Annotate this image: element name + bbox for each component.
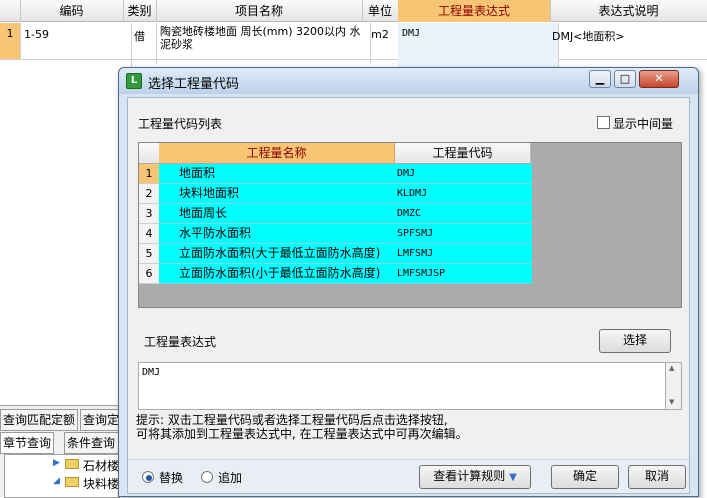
header-type[interactable]: 类别	[123, 0, 157, 22]
view-rules-label: 查看计算规则	[433, 469, 506, 483]
expression-scrollbar[interactable]: ▲ ▼	[666, 362, 682, 410]
row-explanation[interactable]: DMJ<地面积>	[550, 23, 707, 69]
header-name[interactable]: 项目名称	[156, 0, 363, 22]
row-unit[interactable]: m2	[362, 23, 399, 64]
tab-chapter-query[interactable]: 章节查询	[0, 432, 55, 454]
dialog-body: 工程量代码列表 显示中间量 工程量名称 工程量代码 1 地面积 DMJ 2 块料…	[127, 97, 690, 494]
row-quantity-name[interactable]: 地面周长	[159, 204, 416, 224]
table-row[interactable]: 1 地面积 DMJ	[139, 164, 532, 184]
row-quantity-code[interactable]: DMZC	[395, 204, 532, 224]
grid-area: 工程量名称 工程量代码 1 地面积 DMJ 2 块料地面积 KLDMJ 3 地面…	[139, 143, 681, 307]
view-calculation-rules-button[interactable]: 查看计算规则 ▼	[419, 465, 531, 489]
row-quantity-code[interactable]: LMFSMJSP	[395, 264, 532, 284]
tree-item-stone[interactable]: 石材楼	[83, 457, 119, 474]
app-icon: L	[126, 73, 142, 89]
row-number: 1	[139, 164, 160, 184]
header-unit[interactable]: 单位	[362, 0, 399, 22]
table-row[interactable]: 1 1-59 借 陶瓷地砖楼地面 周长(mm) 3200以内 水泥砂浆 m2 D…	[0, 23, 707, 69]
row-expression[interactable]: DMJ	[398, 23, 559, 69]
row-number: 2	[139, 184, 160, 204]
column-header-code[interactable]: 工程量代码	[395, 143, 531, 163]
table-row[interactable]: 2 块料地面积 KLDMJ	[139, 184, 532, 204]
expand-arrow-icon[interactable]: ▶	[53, 458, 60, 468]
grid-corner	[139, 143, 160, 163]
row-code[interactable]: 1-59	[20, 23, 132, 69]
close-button[interactable]: ✕	[639, 70, 679, 88]
minimize-button[interactable]: ▁	[589, 70, 611, 88]
row-quantity-name[interactable]: 地面积	[159, 164, 416, 184]
row-quantity-name[interactable]: 水平防水面积	[159, 224, 416, 244]
hint-line-1: 提示: 双击工程量代码或者选择工程量代码后点击选择按钮,	[136, 413, 448, 427]
tree-item-tile[interactable]: 块料楼	[83, 475, 119, 492]
row-number: 4	[139, 224, 160, 244]
collapse-arrow-icon[interactable]: ◢	[53, 476, 60, 486]
chapter-tree: ▶ 石材楼 ◢ 块料楼	[4, 454, 120, 498]
row-index: 1	[0, 23, 21, 59]
row-quantity-name[interactable]: 块料地面积	[159, 184, 416, 204]
down-arrow-icon: ▼	[509, 472, 517, 483]
maximize-button[interactable]: □	[614, 70, 636, 88]
column-header-name[interactable]: 工程量名称	[159, 143, 395, 163]
dialog-footer: 替换 追加 查看计算规则 ▼ 确定 取消	[128, 459, 689, 493]
scroll-up-icon[interactable]: ▲	[669, 364, 674, 372]
dialog-titlebar[interactable]: L 选择工程量代码 ▁ □ ✕	[119, 68, 698, 94]
table-row[interactable]: 6 立面防水面积(小于最低立面防水高度) LMFSMJSP	[139, 264, 532, 284]
row-quantity-name[interactable]: 立面防水面积(大于最低立面防水高度)	[159, 244, 416, 264]
row-number: 5	[139, 244, 160, 264]
select-button[interactable]: 选择	[599, 329, 671, 353]
row-quantity-code[interactable]: DMJ	[395, 164, 532, 184]
row-name[interactable]: 陶瓷地砖楼地面 周长(mm) 3200以内 水泥砂浆	[156, 23, 371, 63]
append-radio[interactable]	[201, 471, 213, 483]
header-code[interactable]: 编码	[20, 0, 124, 22]
row-number: 6	[139, 264, 160, 284]
row-quantity-name[interactable]: 立面防水面积(小于最低立面防水高度)	[159, 264, 416, 284]
table-row[interactable]: 5 立面防水面积(大于最低立面防水高度) LMFSMJ	[139, 244, 532, 264]
quantity-code-grid: 工程量名称 工程量代码 1 地面积 DMJ 2 块料地面积 KLDMJ 3 地面…	[138, 142, 682, 308]
row-number: 3	[139, 204, 160, 224]
close-icon: ✕	[654, 72, 664, 85]
code-list-label: 工程量代码列表	[138, 117, 223, 131]
dialog-title: 选择工程量代码	[148, 77, 240, 92]
ok-button[interactable]: 确定	[551, 465, 619, 489]
minimize-icon: ▁	[595, 72, 605, 85]
row-quantity-code[interactable]: LMFSMJ	[395, 244, 532, 264]
cancel-button[interactable]: 取消	[628, 465, 686, 489]
bottom-left-panel: 查询匹配定额 查询定额 章节查询 条件查询 ▶ 石材楼 ◢ 块料楼	[0, 405, 128, 498]
tab-query-match[interactable]: 查询匹配定额	[0, 409, 79, 431]
show-intermediate-checkbox[interactable]	[597, 116, 610, 129]
scroll-down-icon[interactable]: ▼	[669, 398, 674, 406]
folder-icon	[65, 459, 79, 469]
append-label: 追加	[218, 471, 243, 485]
replace-label: 替换	[159, 471, 184, 485]
row-quantity-code[interactable]: KLDMJ	[395, 184, 532, 204]
header-expression[interactable]: 工程量表达式	[398, 0, 551, 22]
row-quantity-code[interactable]: SPFSMJ	[395, 224, 532, 244]
table-row[interactable]: 4 水平防水面积 SPFSMJ	[139, 224, 532, 244]
row-type[interactable]: 借	[123, 23, 157, 64]
select-quantity-code-dialog: L 选择工程量代码 ▁ □ ✕ 工程量代码列表 显示中间量 工程量名称 工程量代…	[118, 67, 699, 497]
replace-radio[interactable]	[142, 471, 154, 483]
folder-open-icon	[65, 477, 79, 487]
hint-line-2: 可将其添加到工程量表达式中, 在工程量表达式中可再次编辑。	[136, 427, 468, 441]
header-corner	[0, 0, 21, 22]
table-header: 编码 类别 项目名称 单位 工程量表达式 表达式说明	[0, 0, 707, 22]
show-intermediate-label: 显示中间量	[613, 117, 674, 131]
maximize-icon: □	[619, 72, 631, 85]
background-quota-table: 编码 类别 项目名称 单位 工程量表达式 表达式说明 1 1-59 借 陶瓷地砖…	[0, 0, 707, 69]
expression-label: 工程量表达式	[144, 335, 217, 349]
table-row[interactable]: 3 地面周长 DMZC	[139, 204, 532, 224]
expression-input[interactable]: DMJ	[138, 362, 666, 410]
hint-text: 提示: 双击工程量代码或者选择工程量代码后点击选择按钮, 可将其添加到工程量表达…	[136, 413, 676, 441]
header-explanation[interactable]: 表达式说明	[550, 0, 707, 22]
